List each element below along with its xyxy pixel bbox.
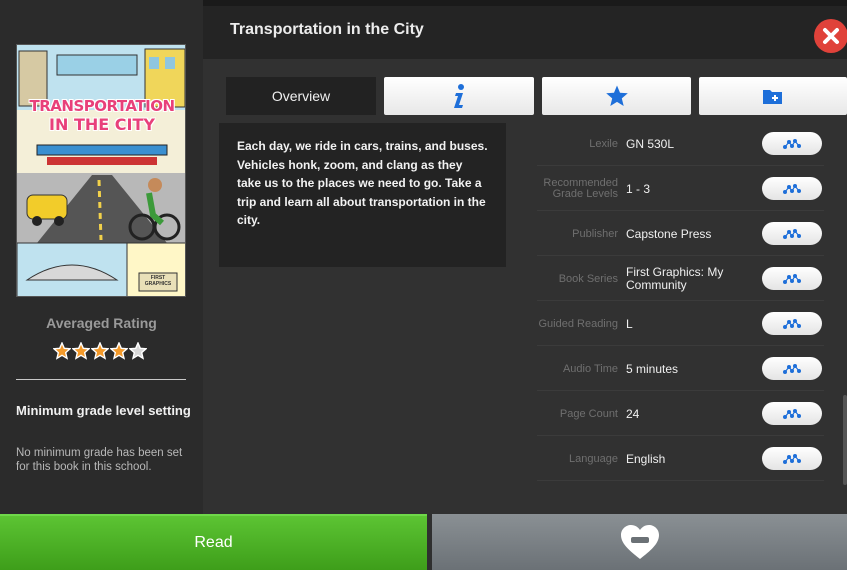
find-similar-button[interactable] [762,267,822,290]
info-value: First Graphics: My Community [626,265,724,292]
info-row: Audio Time 5 minutes [537,347,824,391]
tab-info[interactable] [384,77,534,115]
cover-title-2: IN THE CITY [49,115,155,134]
tab-overview-label: Overview [271,88,331,104]
star-filled-icon [90,341,110,360]
star-empty-icon [128,341,148,360]
star-filled-icon [52,341,72,360]
find-similar-button[interactable] [762,222,822,245]
book-cover: TRANSPORTATION IN THE CITY FIRST GRAPHIC… [16,44,186,297]
info-value: 5 minutes [626,361,679,376]
similar-icon [783,183,801,194]
close-button[interactable] [814,19,847,53]
folder-plus-icon [763,90,782,104]
info-row: Page Count 24 [537,392,824,436]
info-value: L [626,316,633,331]
info-value: Capstone Press [626,226,712,241]
close-icon [823,28,839,44]
read-button[interactable]: Read [0,514,427,570]
star-filled-icon [109,341,129,360]
divider [16,379,186,380]
find-similar-button[interactable] [762,402,822,425]
info-row: Book Series First Graphics: My Community [537,257,824,301]
find-similar-button[interactable] [762,312,822,335]
star-icon [605,85,628,106]
tab-add-to-folder[interactable] [699,77,847,115]
find-similar-button[interactable] [762,177,822,200]
page-title: Transportation in the City [230,21,424,38]
similar-icon [783,138,801,149]
info-row: Guided Reading L [537,302,824,346]
info-icon [454,84,464,108]
similar-icon [783,408,801,419]
info-row: Recommended Grade Levels 1 - 3 [537,167,824,211]
overview-description: Each day, we ride in cars, trains, and b… [237,139,488,227]
tab-favorite[interactable] [542,77,691,115]
heart-minus-icon [620,525,659,559]
info-label: Page Count [559,407,618,420]
find-similar-button[interactable] [762,447,822,470]
tab-overview[interactable]: Overview [226,77,376,115]
min-grade-text: No minimum grade has been set for this b… [16,447,183,473]
info-row: Lexile GN 530L [537,122,824,166]
cover-illustration [17,45,185,296]
find-similar-button[interactable] [762,132,822,155]
info-label: Publisher [572,227,618,240]
info-label: Audio Time [562,362,618,375]
similar-icon [783,453,801,464]
info-value: 24 [626,406,640,421]
rating-stars [52,341,148,360]
info-label: Lexile [589,137,618,150]
info-label: Book Series [558,272,618,285]
remove-favorite-button[interactable] [432,514,847,570]
info-value: English [626,451,666,466]
similar-icon [783,318,801,329]
averaged-rating-label: Averaged Rating [46,315,157,331]
info-value: 1 - 3 [626,181,651,196]
similar-icon [783,363,801,374]
find-similar-button[interactable] [762,357,822,380]
info-label: Recommended Grade Levels [543,177,618,200]
read-button-label: Read [194,534,233,551]
info-row: Publisher Capstone Press [537,212,824,256]
info-label: Language [569,452,618,465]
overview-panel: Each day, we ride in cars, trains, and b… [219,123,506,267]
cover-title-1: TRANSPORTATION [29,97,176,115]
similar-icon [783,228,801,239]
info-label: Guided Reading [538,317,618,330]
info-value: GN 530L [626,136,675,151]
similar-icon [783,273,801,284]
cover-series-badge: FIRST GRAPHICS [144,275,172,287]
min-grade-title: Minimum grade level setting [16,403,191,418]
info-row: Language English [537,437,824,481]
star-filled-icon [71,341,91,360]
header: Transportation in the City [203,6,847,59]
scrollbar[interactable] [843,395,847,485]
